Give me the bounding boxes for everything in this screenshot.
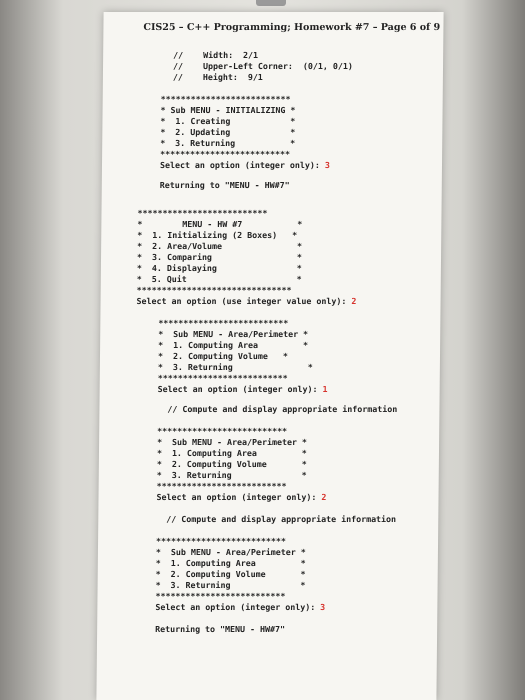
menu-border: **************************: [157, 426, 288, 436]
menu-item: * 3. Returning *: [156, 470, 307, 480]
prompt-line: Select an option (integer only): 1: [157, 384, 328, 394]
menu-border: **************************: [160, 94, 291, 104]
code-line: // Height: 9/1: [172, 72, 263, 82]
menu-item: * 1. Initializing (2 Boxes) *: [137, 230, 298, 240]
code-line: // Upper-Left Corner: (0/1, 0/1): [172, 61, 353, 71]
menu-item: * 5. Quit *: [136, 274, 302, 284]
menu-item: * 3. Returning *: [155, 580, 306, 590]
menu-title: * MENU - HW #7 *: [137, 219, 303, 229]
menu-border: **************************: [156, 481, 287, 491]
menu-item: * 2. Computing Volume *: [156, 459, 307, 469]
menu-item: * 1. Computing Area *: [158, 340, 309, 350]
menu-item: * 3. Returning *: [160, 138, 296, 148]
menu-border: **************************: [160, 149, 291, 159]
menu-border: **************************: [156, 536, 286, 546]
menu-item: * 3. Comparing *: [136, 252, 302, 262]
returning-line: Returning to "MENU - HW#7": [155, 624, 286, 634]
menu-border: *******************************: [136, 285, 292, 295]
user-input: 1: [322, 384, 328, 394]
menu-item: * 2. Area/Volume *: [137, 241, 303, 251]
returning-line: Returning to "MENU - HW#7": [159, 180, 290, 190]
menu-item: * 4. Displaying *: [136, 263, 302, 273]
code-line: // Width: 2/1: [173, 50, 259, 60]
menu-item: * 2. Computing Volume *: [155, 569, 306, 579]
menu-item: * 3. Returning *: [157, 362, 313, 372]
user-input: 2: [321, 492, 327, 502]
menu-item: * 1. Creating *: [160, 116, 296, 126]
menu-title: * Sub MENU - Area/Perimeter *: [157, 437, 308, 447]
user-input: 3: [324, 160, 330, 170]
prompt-line: Select an option (integer only): 3: [155, 602, 326, 612]
prompt-line: Select an option (integer only): 3: [159, 160, 330, 170]
menu-border: **************************: [157, 373, 288, 383]
menu-item: * 2. Computing Volume *: [157, 351, 288, 361]
comment-line: // Compute and display appropriate infor…: [166, 514, 397, 524]
menu-item: * 1. Computing Area *: [156, 448, 307, 458]
menu-item: * 2. Updating *: [160, 127, 296, 137]
menu-title: * Sub MENU - INITIALIZING *: [160, 105, 296, 115]
page-tab-indicator: [256, 0, 286, 6]
menu-border: **************************: [155, 591, 286, 601]
document-page: CIS25 – C++ Programming; Homework #7 – P…: [96, 12, 444, 700]
comment-line: // Compute and display appropriate infor…: [167, 404, 398, 414]
menu-item: * 1. Computing Area *: [155, 558, 306, 568]
user-input: 2: [351, 296, 357, 306]
menu-border: **************************: [158, 318, 289, 328]
menu-title: * Sub MENU - Area/Perimeter *: [158, 329, 309, 339]
page-header: CIS25 – C++ Programming; Homework #7 – P…: [143, 22, 441, 33]
prompt-line: Select an option (integer only): 2: [156, 492, 327, 502]
user-input: 3: [320, 602, 326, 612]
prompt-line: Select an option (use integer value only…: [136, 296, 357, 306]
menu-title: * Sub MENU - Area/Perimeter *: [155, 547, 306, 557]
menu-border: **************************: [137, 208, 268, 218]
